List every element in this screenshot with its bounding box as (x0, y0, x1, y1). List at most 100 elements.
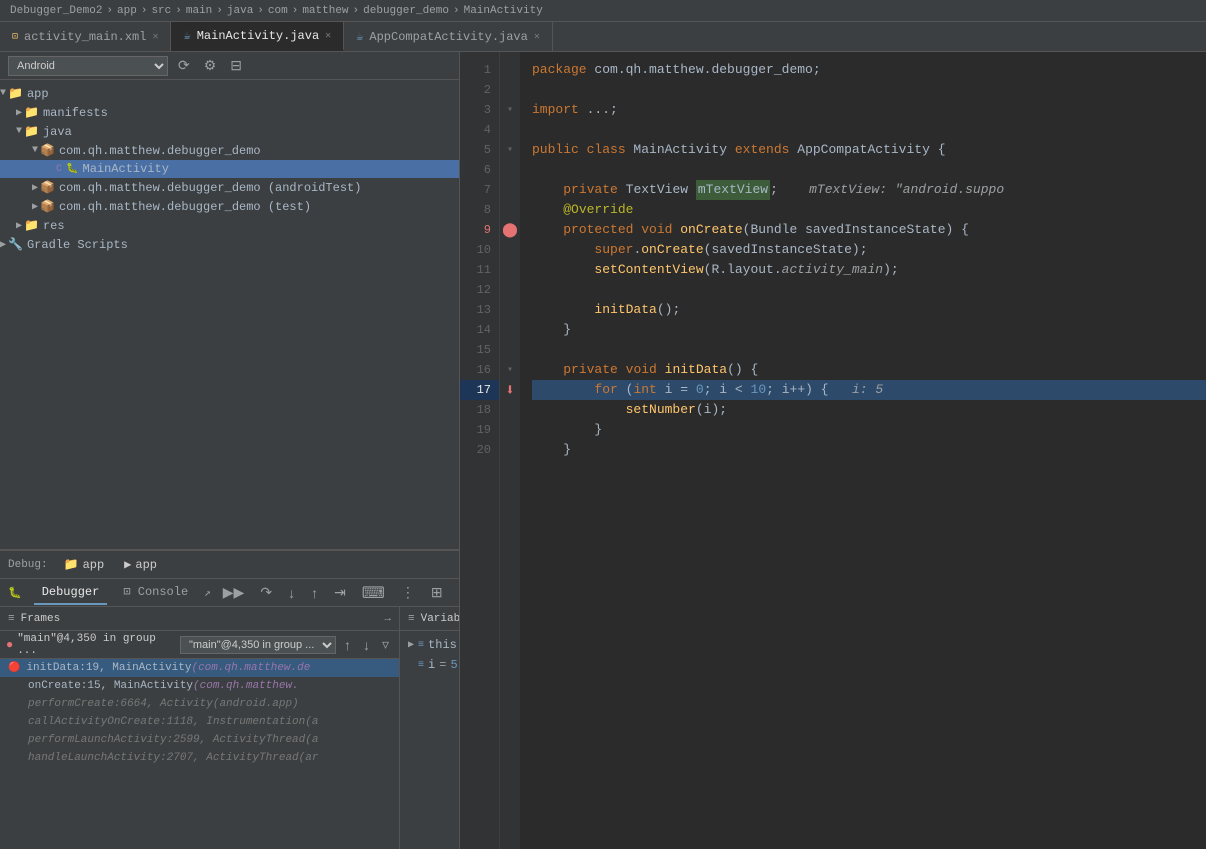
gutter-fold[interactable]: ▾ (500, 140, 520, 160)
step-over-btn[interactable]: ↷ (256, 582, 276, 603)
gutter-marker (500, 120, 520, 140)
gutter-fold[interactable]: ▾ (500, 100, 520, 120)
breadcrumb-item: com (268, 5, 288, 17)
frame-method: handleLaunchActivity:2707, ActivityThrea… (28, 752, 299, 764)
code-text: () { (727, 360, 758, 380)
frame-item[interactable]: callActivityOnCreate:1118, Instrumentati… (0, 713, 399, 731)
thread-dropdown[interactable]: "main"@4,350 in group ... (180, 636, 336, 654)
gutter-current-breakpoint[interactable]: ⬇ (500, 380, 520, 400)
tab-debugger[interactable]: Debugger (34, 581, 108, 605)
collapse-btn[interactable]: ⊟ (226, 55, 246, 76)
var-name-this: this (428, 638, 457, 652)
folder-icon: 📁 (24, 105, 39, 120)
thread-label: "main"@4,350 in group ... (17, 633, 176, 657)
tree-item-gradle[interactable]: ▶ 🔧 Gradle Scripts (0, 235, 459, 254)
tree-arrow: ▼ (16, 126, 22, 137)
frame-item[interactable]: onCreate:15, MainActivity (com.qh.matthe… (0, 677, 399, 695)
tree-item-java[interactable]: ▼ 📁 java (0, 122, 459, 141)
keyword: private (563, 360, 625, 380)
more-btn[interactable]: ⋮ (397, 582, 419, 603)
gutter-marker (500, 260, 520, 280)
line-num-breakpoint: 9 (460, 220, 499, 240)
step-out-btn[interactable]: ↑ (307, 583, 322, 603)
frame-item[interactable]: handleLaunchActivity:2707, ActivityThrea… (0, 749, 399, 767)
tab-xml[interactable]: ⊡ activity_main.xml ✕ (0, 22, 171, 51)
tree-arrow: ▶ (32, 182, 38, 194)
gutter-marker (500, 80, 520, 100)
line-num: 20 (460, 440, 499, 460)
run-cursor-btn[interactable]: ⇥ (330, 582, 350, 603)
variable-i[interactable]: ▶ ≡ i = 5 (400, 655, 459, 675)
var-highlight: mTextView (696, 180, 770, 200)
expand-icon[interactable]: ▶ (408, 639, 414, 651)
line-numbers: 1 2 3 4 5 6 7 8 9 10 11 12 13 14 15 16 1 (460, 52, 500, 849)
debug-app-tab-run[interactable]: ▶ app (116, 555, 165, 574)
line-num: 8 (460, 200, 499, 220)
code-line-18: setNumber (i); (532, 400, 1206, 420)
tab-compat-close[interactable]: ✕ (534, 31, 540, 43)
gutter-fold[interactable]: ▾ (500, 360, 520, 380)
tree-item-app[interactable]: ▼ 📁 app (0, 84, 459, 103)
sync-btn[interactable]: ⟳ (174, 55, 194, 76)
tab-console[interactable]: ⊡ Console (115, 580, 196, 605)
debug-app-tab-icon[interactable]: 📁 app (56, 555, 113, 574)
frame-class: (com.qh.matthew. (193, 680, 299, 692)
line-num: 6 (460, 160, 499, 180)
frame-item[interactable]: 🔴 initData:19, MainActivity (com.qh.matt… (0, 659, 399, 677)
keyword: super (594, 240, 633, 260)
gradle-icon: 🔧 (8, 237, 23, 252)
class-name: MainActivity (633, 140, 734, 160)
thread-selector: ● "main"@4,350 in group ... "main"@4,350… (6, 633, 336, 657)
thread-up-btn[interactable]: ↑ (340, 635, 355, 655)
code-text: (); (657, 300, 680, 320)
code-text: ; i++) { (766, 380, 852, 400)
breadcrumb-item: app (117, 5, 137, 17)
editor-area: 1 2 3 4 5 6 7 8 9 10 11 12 13 14 15 16 1 (460, 52, 1206, 849)
tab-xml-close[interactable]: ✕ (152, 31, 158, 43)
thread-filter-btn[interactable]: ▿ (378, 634, 393, 655)
code-line-19: } (532, 420, 1206, 440)
code-text: com.qh.matthew.debugger_demo; (594, 60, 820, 80)
breadcrumb-item: Debugger_Demo2 (10, 5, 102, 17)
frames-arrow: → (384, 613, 391, 625)
line-num: 5 (460, 140, 499, 160)
tab-xml-label: activity_main.xml (24, 30, 146, 44)
file-tree: ▼ 📁 app ▶ 📁 manifests ▼ 📁 java ▼ 📦 c (0, 80, 459, 549)
evaluate-btn[interactable]: ⌨ (358, 581, 389, 605)
step-into-btn[interactable]: ↓ (284, 583, 299, 603)
frame-item[interactable]: performLaunchActivity:2599, ActivityThre… (0, 731, 399, 749)
code-text: (R.layout. (704, 260, 782, 280)
code-editor[interactable]: 1 2 3 4 5 6 7 8 9 10 11 12 13 14 15 16 1 (460, 52, 1206, 849)
code-line-5: public class MainActivity extends AppCom… (532, 140, 1206, 160)
tree-item-pkg-test[interactable]: ▶ 📦 com.qh.matthew.debugger_demo (androi… (0, 178, 459, 197)
tree-item-res[interactable]: ▶ 📁 res (0, 216, 459, 235)
sidebar: Android ⟳ ⚙ ⊟ ▼ 📁 app ▶ 📁 manifests (0, 52, 460, 849)
tab-main[interactable]: ☕ MainActivity.java ✕ (171, 22, 344, 51)
main-layout: Android ⟳ ⚙ ⊟ ▼ 📁 app ▶ 📁 manifests (0, 52, 1206, 849)
tree-item-pkg-test2[interactable]: ▶ 📦 com.qh.matthew.debugger_demo (test) (0, 197, 459, 216)
tree-arrow: ▶ (16, 220, 22, 232)
tree-item-mainactivity[interactable]: ▶ C 🐛 MainActivity (0, 160, 459, 178)
keyword: extends (735, 140, 797, 160)
code-indent (532, 240, 594, 260)
frame-method: performCreate:6664, Activity (28, 698, 213, 710)
resume-btn[interactable]: ▶▶ (219, 582, 249, 603)
keyword: private (563, 180, 625, 200)
android-select[interactable]: Android (8, 56, 168, 76)
code-text: ...; (587, 100, 618, 120)
tab-main-close[interactable]: ✕ (325, 30, 331, 42)
tree-arrow: ▼ (32, 145, 38, 156)
gutter-breakpoint[interactable]: ⬤ (500, 220, 520, 240)
tree-item-pkg-main[interactable]: ▼ 📦 com.qh.matthew.debugger_demo (0, 141, 459, 160)
frame-item[interactable]: performCreate:6664, Activity (android.ap… (0, 695, 399, 713)
app-folder-icon: 📁 (64, 557, 79, 572)
code-text: ( (743, 220, 751, 240)
variable-this[interactable]: ▶ ≡ this = {MainActivity@4649} (400, 635, 459, 655)
code-indent (532, 180, 563, 200)
layout-btn[interactable]: ⊞ (427, 582, 447, 603)
settings-btn[interactable]: ⚙ (200, 55, 221, 76)
tab-compat[interactable]: ☕ AppCompatActivity.java ✕ (344, 22, 553, 51)
thread-down-btn[interactable]: ↓ (359, 635, 374, 655)
tree-item-manifests[interactable]: ▶ 📁 manifests (0, 103, 459, 122)
frame-class: (android.app) (213, 698, 299, 710)
